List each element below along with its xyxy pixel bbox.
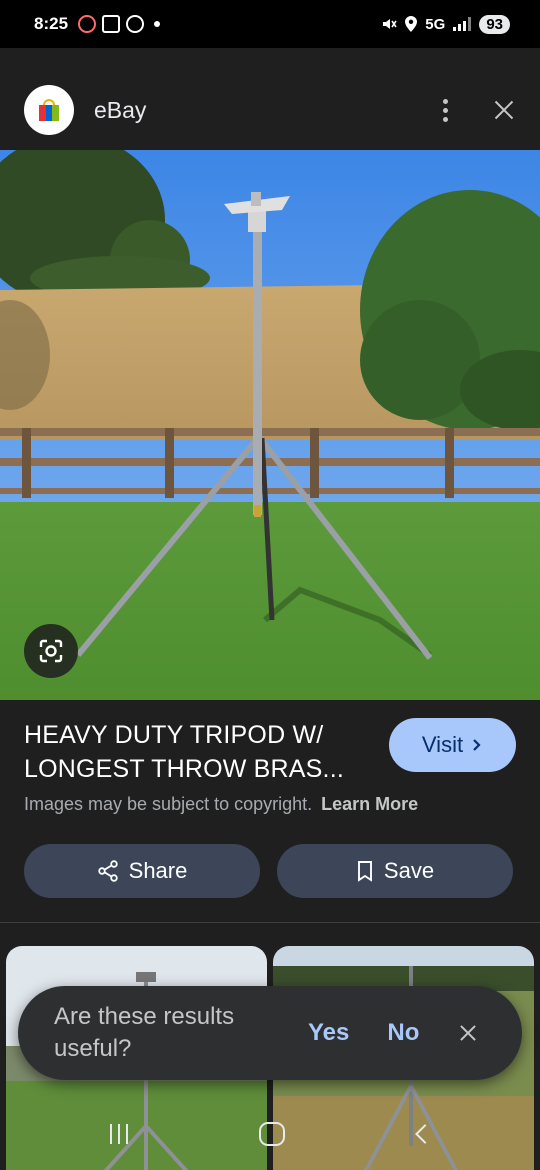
ebay-bag-icon — [39, 99, 59, 121]
chevron-right-icon — [473, 739, 481, 751]
signal-icon — [453, 17, 472, 31]
screen: 8:25 5G 93 eBay HEAVY DUTY TRIPOD W/ LON… — [0, 0, 540, 1170]
screenshot-notification-icon — [102, 15, 121, 33]
status-time: 8:25 — [34, 14, 69, 33]
visit-label: Visit — [421, 732, 464, 757]
more-options-icon[interactable] — [435, 95, 456, 126]
google-lens-button[interactable] — [24, 624, 78, 678]
result-image[interactable] — [0, 150, 540, 700]
lens-icon — [39, 639, 63, 663]
ebay-logo[interactable] — [24, 85, 74, 135]
feedback-question: Are these results useful? — [54, 1003, 235, 1062]
more-notifications-icon — [154, 21, 161, 27]
bookmark-icon — [357, 861, 372, 882]
share-label: Share — [128, 858, 188, 883]
location-icon — [405, 16, 418, 32]
back-icon[interactable] — [415, 1124, 435, 1144]
share-button[interactable]: Share — [24, 844, 260, 898]
learn-more-link[interactable]: Learn More — [321, 794, 418, 814]
divider — [0, 922, 540, 923]
share-icon — [97, 860, 118, 882]
feedback-prompt: Are these results useful? Yes No — [18, 986, 522, 1080]
viewer-header: eBay — [0, 70, 540, 150]
tripod-photo — [0, 150, 540, 700]
save-label: Save — [383, 858, 435, 883]
network-type: 5G — [425, 15, 446, 33]
header-actions — [435, 95, 516, 126]
vivaldi-notification-icon — [78, 15, 97, 33]
feedback-close-icon[interactable] — [458, 1023, 478, 1043]
mute-icon — [383, 19, 397, 29]
status-bar: 8:25 5G 93 — [0, 0, 540, 48]
copyright-text: Images may be subject to copyright. — [24, 794, 313, 814]
visit-button[interactable]: Visit — [389, 718, 516, 772]
battery-level: 93 — [479, 14, 510, 34]
close-icon[interactable] — [492, 98, 516, 122]
result-title[interactable]: HEAVY DUTY TRIPOD W/ LONGEST THROW BRAS.… — [24, 718, 374, 786]
site-name[interactable]: eBay — [94, 97, 146, 124]
recent-apps-icon[interactable] — [110, 1124, 128, 1144]
save-button[interactable]: Save — [277, 844, 513, 898]
notification-icons — [78, 15, 161, 33]
system-navigation-bar — [0, 1100, 540, 1170]
nfc-notification-icon — [126, 15, 145, 33]
feedback-yes-button[interactable]: Yes — [308, 1019, 349, 1047]
home-icon[interactable] — [259, 1122, 285, 1146]
copyright-notice: Images may be subject to copyright. Lear… — [24, 794, 418, 815]
feedback-no-button[interactable]: No — [387, 1019, 419, 1047]
status-right: 5G 93 — [381, 14, 510, 34]
